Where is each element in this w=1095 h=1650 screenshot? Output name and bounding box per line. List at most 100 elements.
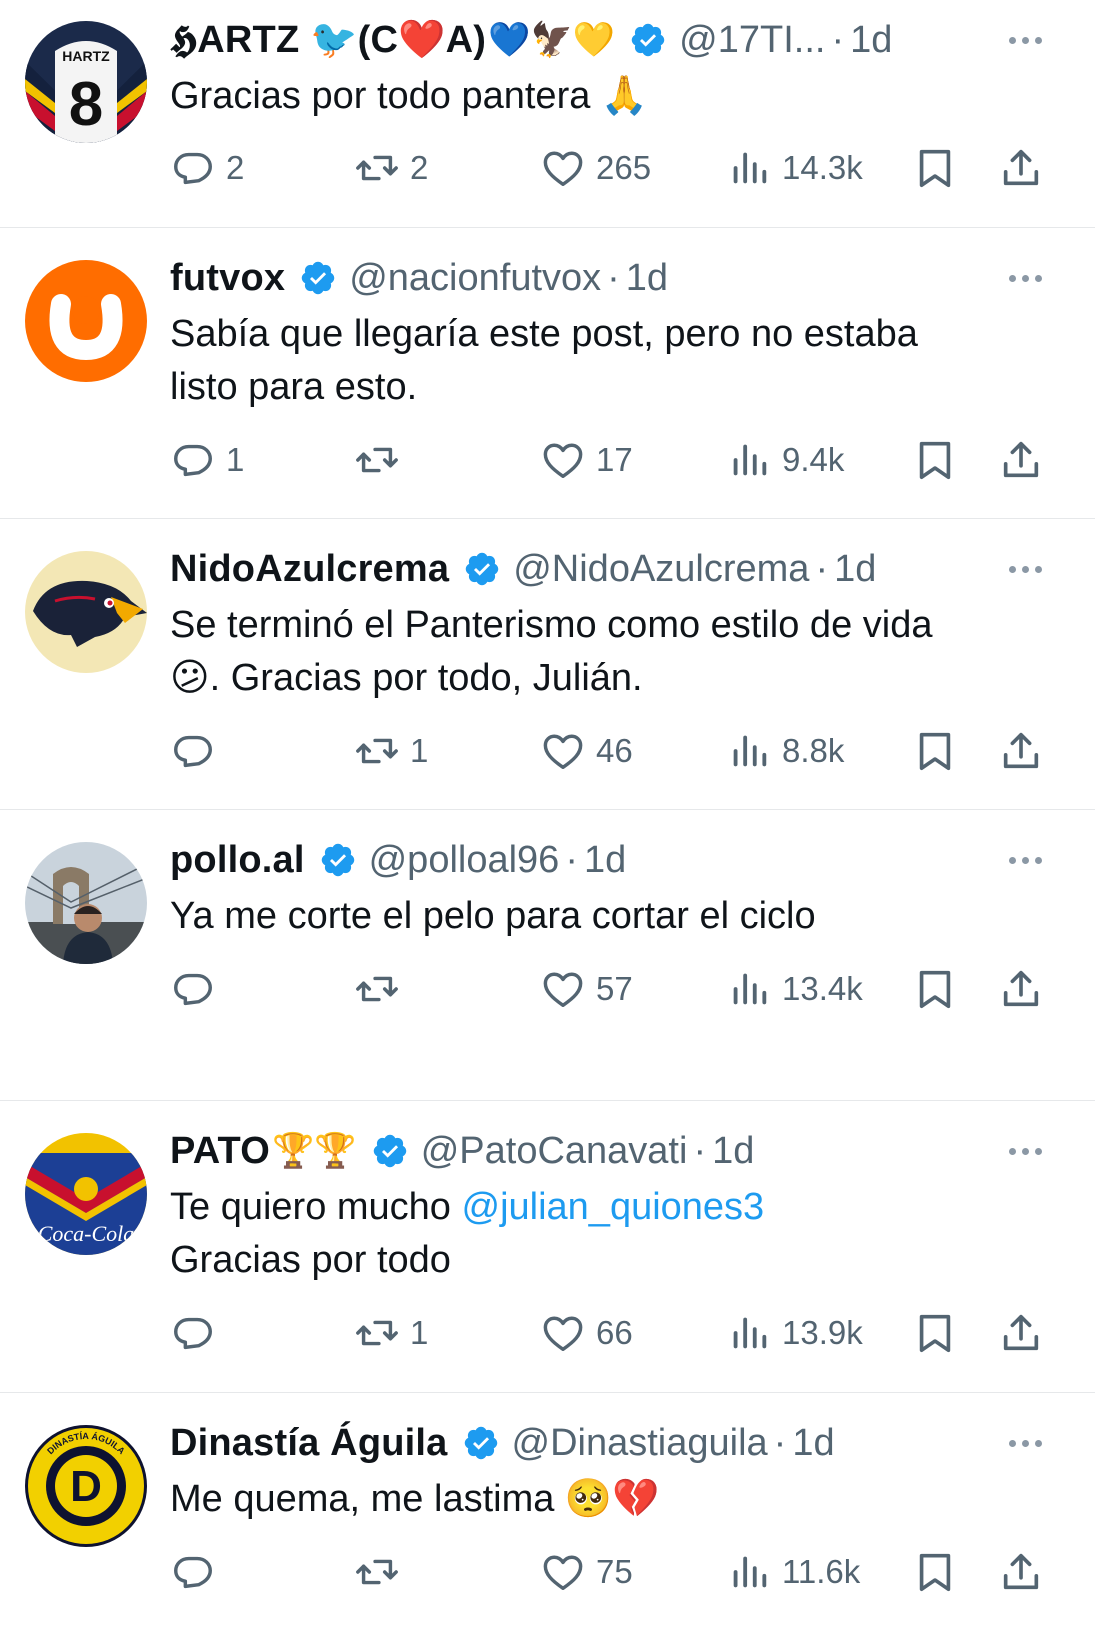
mention-link[interactable]: @julian_quiones3 xyxy=(462,1186,765,1228)
tweet-text: Gracias por todo pantera 🙏 xyxy=(170,75,649,117)
views-button[interactable]: 14.3k xyxy=(726,143,863,193)
retweet-button[interactable] xyxy=(354,1547,410,1597)
like-button[interactable]: 66 xyxy=(540,1308,633,1358)
like-button[interactable]: 75 xyxy=(540,1547,633,1597)
reply-button[interactable] xyxy=(170,1547,226,1597)
handle[interactable]: @Dinastiaguila xyxy=(512,1421,768,1465)
more-options-icon[interactable] xyxy=(1005,1146,1045,1156)
share-button[interactable] xyxy=(998,143,1044,193)
share-button[interactable] xyxy=(998,1308,1044,1358)
verified-badge-icon xyxy=(301,261,335,295)
tweet[interactable]: Coca-Cola PATO 🏆🏆 @PatoCanavati · 1d Te … xyxy=(0,1101,1095,1393)
like-button[interactable]: 57 xyxy=(540,964,633,1014)
avatar[interactable] xyxy=(25,842,147,964)
bookmark-button[interactable] xyxy=(912,964,958,1014)
svg-text:Coca-Cola: Coca-Cola xyxy=(38,1221,135,1246)
action-bar: 57 13.4k xyxy=(0,964,1095,1014)
display-name[interactable]: 𝕳ARTZ 🐦(C❤️A) xyxy=(170,18,486,62)
retweet-button[interactable] xyxy=(354,435,410,485)
bookmark-button[interactable] xyxy=(912,143,958,193)
heart-icon xyxy=(543,1316,583,1352)
avatar[interactable] xyxy=(25,551,147,673)
display-name[interactable]: futvox xyxy=(170,256,285,300)
handle[interactable]: @nacionfutvox xyxy=(349,256,601,300)
bookmark-icon xyxy=(919,1553,951,1592)
svg-text:8: 8 xyxy=(69,70,103,139)
tweet[interactable]: futvox @nacionfutvox · 1d Sabía que lleg… xyxy=(0,228,1095,519)
retweet-button[interactable]: 1 xyxy=(354,726,428,776)
retweet-button[interactable] xyxy=(354,964,410,1014)
reply-icon xyxy=(174,973,212,1006)
display-name[interactable]: NidoAzulcrema xyxy=(170,547,449,591)
timestamp[interactable]: 1d xyxy=(712,1129,754,1173)
retweet-count: 1 xyxy=(410,732,429,769)
share-icon xyxy=(1003,1314,1039,1351)
tweet-text: Me quema, me lastima 🥺💔 xyxy=(170,1478,660,1520)
like-button[interactable]: 265 xyxy=(540,143,651,193)
view-count: 8.8k xyxy=(782,732,845,769)
timestamp[interactable]: 1d xyxy=(584,838,626,882)
views-button[interactable]: 8.8k xyxy=(726,726,844,776)
handle[interactable]: @polloal96 xyxy=(369,838,560,882)
display-name[interactable]: Dinastía Águila xyxy=(170,1421,448,1465)
like-button[interactable]: 46 xyxy=(540,726,633,776)
timestamp[interactable]: 1d xyxy=(626,256,668,300)
reply-button[interactable] xyxy=(170,1308,226,1358)
verified-badge-icon xyxy=(321,843,354,877)
views-button[interactable]: 13.9k xyxy=(726,1308,863,1358)
display-name[interactable]: PATO xyxy=(170,1129,270,1173)
more-options-icon[interactable] xyxy=(1005,855,1045,865)
tweet[interactable]: NidoAzulcrema @NidoAzulcrema · 1d Se ter… xyxy=(0,519,1095,810)
views-button[interactable]: 9.4k xyxy=(726,435,844,485)
reply-count: 2 xyxy=(226,149,245,186)
more-options-icon[interactable] xyxy=(1005,273,1045,283)
avatar[interactable]: HARTZ 8 xyxy=(25,21,147,143)
display-name[interactable]: pollo.al xyxy=(170,838,305,882)
like-count: 66 xyxy=(596,1314,633,1351)
reply-button[interactable]: 2 xyxy=(170,143,244,193)
views-button[interactable]: 11.6k xyxy=(726,1547,860,1597)
handle[interactable]: @NidoAzulcrema xyxy=(513,547,809,591)
views-chart-icon xyxy=(733,1556,767,1588)
heart-icon xyxy=(543,1555,583,1591)
timestamp[interactable]: 1d xyxy=(792,1421,834,1465)
more-options-icon[interactable] xyxy=(1005,564,1045,574)
timestamp[interactable]: 1d xyxy=(834,547,876,591)
tweet[interactable]: D DINASTÍA ÁGUILA Dinastía Águila @Dinas… xyxy=(0,1393,1095,1650)
more-options-icon[interactable] xyxy=(1005,1438,1045,1448)
bookmark-button[interactable] xyxy=(912,726,958,776)
reply-button[interactable] xyxy=(170,726,226,776)
view-count: 9.4k xyxy=(782,441,845,478)
bookmark-icon xyxy=(919,1314,951,1353)
tweet-text-start: Te quiero mucho xyxy=(170,1186,462,1228)
retweet-button[interactable]: 1 xyxy=(354,1308,428,1358)
bookmark-icon xyxy=(919,732,951,771)
bookmark-button[interactable] xyxy=(912,1547,958,1597)
timestamp[interactable]: 1d xyxy=(850,18,892,62)
reply-button[interactable]: 1 xyxy=(170,435,244,485)
tweet[interactable]: pollo.al @polloal96 · 1d Ya me corte el … xyxy=(0,810,1095,1101)
tweet-header: pollo.al @polloal96 · 1d xyxy=(170,838,1055,882)
retweet-button[interactable]: 2 xyxy=(354,143,428,193)
action-bar: 75 11.6k xyxy=(0,1547,1095,1597)
share-button[interactable] xyxy=(998,964,1044,1014)
handle[interactable]: @17TI... xyxy=(679,18,825,62)
verified-badge-icon xyxy=(373,1134,406,1168)
share-button[interactable] xyxy=(998,435,1044,485)
handle[interactable]: @PatoCanavati xyxy=(421,1129,688,1173)
avatar[interactable]: D DINASTÍA ÁGUILA xyxy=(25,1425,147,1547)
views-button[interactable]: 13.4k xyxy=(726,964,863,1014)
avatar[interactable]: Coca-Cola xyxy=(25,1133,147,1255)
avatar[interactable] xyxy=(25,260,147,382)
like-button[interactable]: 17 xyxy=(540,435,633,485)
bookmark-button[interactable] xyxy=(912,1308,958,1358)
bookmark-button[interactable] xyxy=(912,435,958,485)
retweet-icon xyxy=(356,976,398,1002)
tweet[interactable]: HARTZ 8 𝕳ARTZ 🐦(C❤️A) 💙🦅💛 @17TI... · 1d … xyxy=(0,0,1095,228)
reply-button[interactable] xyxy=(170,964,226,1014)
separator-dot: · xyxy=(831,19,845,61)
share-button[interactable] xyxy=(998,1547,1044,1597)
share-button[interactable] xyxy=(998,726,1044,776)
more-options-icon[interactable] xyxy=(1005,35,1045,45)
separator-dot: · xyxy=(607,257,620,299)
